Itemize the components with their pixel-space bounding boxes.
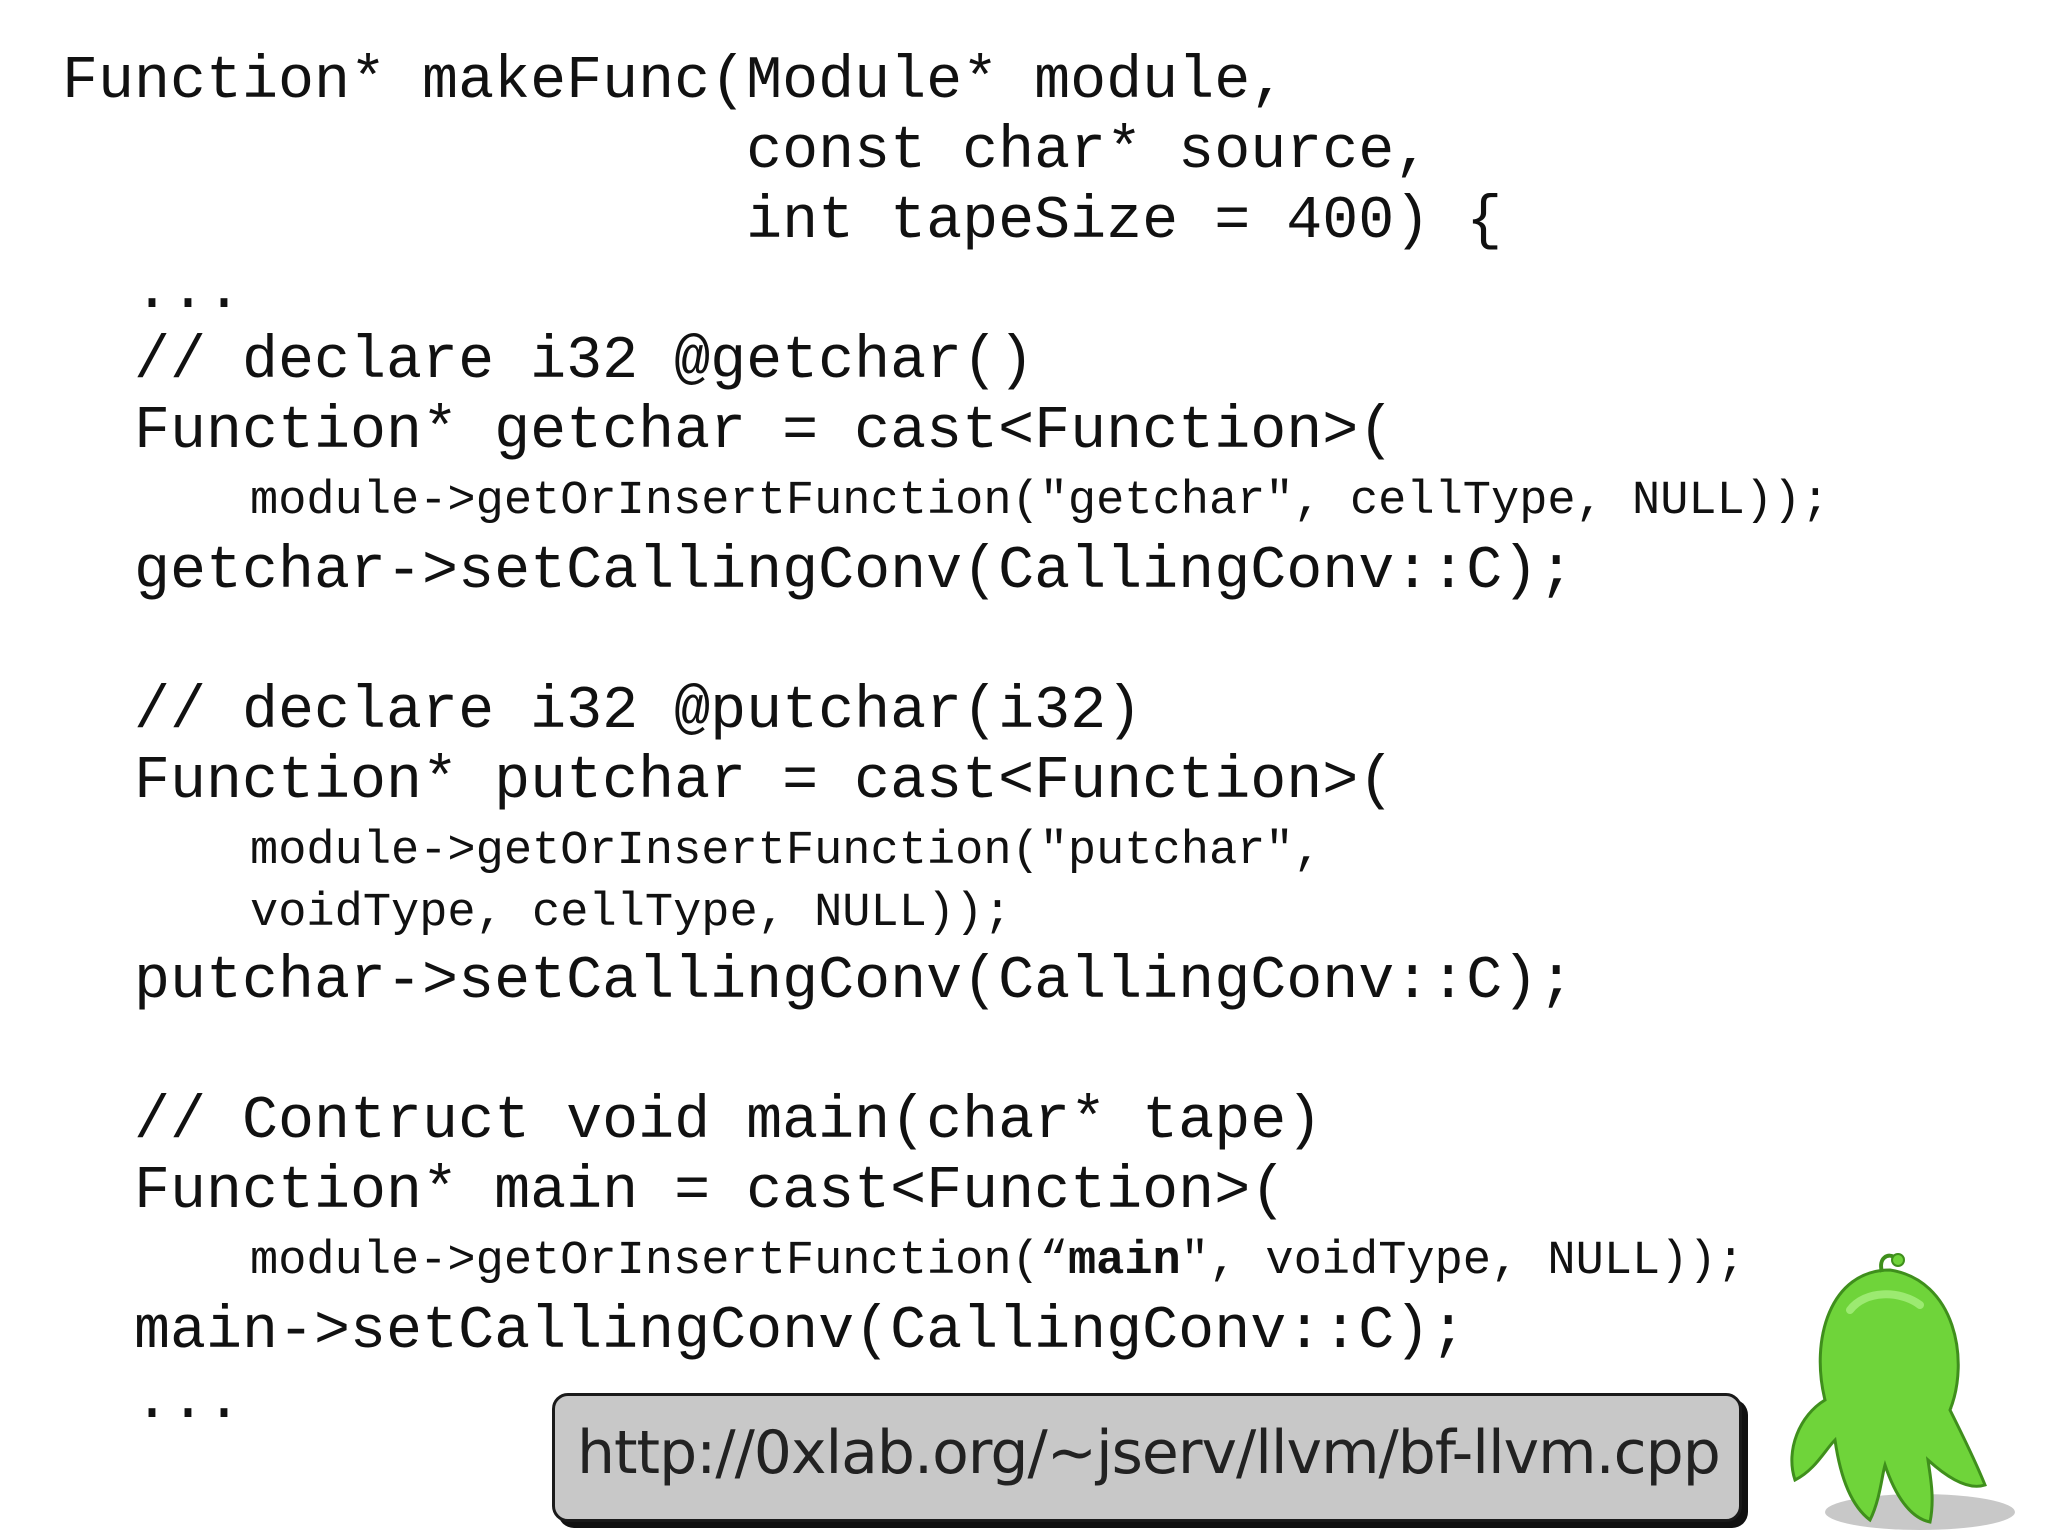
- slide: Function* makeFunc(Module* module, const…: [0, 0, 2048, 1535]
- code-line-13: putchar->setCallingConv(CallingConv::C);: [62, 948, 1575, 1016]
- code-line-15: Function* main = cast<Function>(: [62, 1158, 1287, 1226]
- code-line-16-after: ", voidType, NULL));: [1180, 1235, 1745, 1288]
- code-line-12: voidType, cellType, NULL));: [250, 887, 1012, 940]
- code-line-16: module->getOrInsertFunction(“main", void…: [250, 1238, 1745, 1285]
- code-line-2: const char* source,: [62, 118, 1431, 186]
- code-line-14: // Contruct void main(char* tape): [62, 1088, 1323, 1156]
- code-line-7: module->getOrInsertFunction("getchar", c…: [250, 475, 1830, 528]
- url-box[interactable]: http://0xlab.org/~jserv/llvm/bf-llvm.cpp: [552, 1393, 1742, 1522]
- code-line-11: module->getOrInsertFunction("putchar",: [250, 825, 1322, 878]
- code-line-10: Function* putchar = cast<Function>(: [62, 748, 1395, 816]
- code-line-9: // declare i32 @putchar(i32): [62, 678, 1143, 746]
- code-line-5: // declare i32 @getchar(): [62, 328, 1035, 396]
- green-mascot-icon: [1790, 1253, 2015, 1530]
- code-line-6: Function* getchar = cast<Function>(: [62, 398, 1395, 466]
- code-line-16-before: module->getOrInsertFunction(“: [250, 1235, 1068, 1288]
- code-line-18: ...: [62, 1368, 243, 1436]
- code-line-8: getchar->setCallingConv(CallingConv::C);: [62, 538, 1575, 606]
- source-url-link[interactable]: http://0xlab.org/~jserv/llvm/bf-llvm.cpp: [577, 1418, 1721, 1488]
- code-line-17: main->setCallingConv(CallingConv::C);: [62, 1298, 1467, 1366]
- code-line-1: Function* makeFunc(Module* module,: [62, 48, 1287, 116]
- code-line-4: ...: [62, 258, 243, 326]
- code-line-3: int tapeSize = 400) {: [62, 188, 1503, 256]
- code-line-16-bold: main: [1067, 1235, 1181, 1288]
